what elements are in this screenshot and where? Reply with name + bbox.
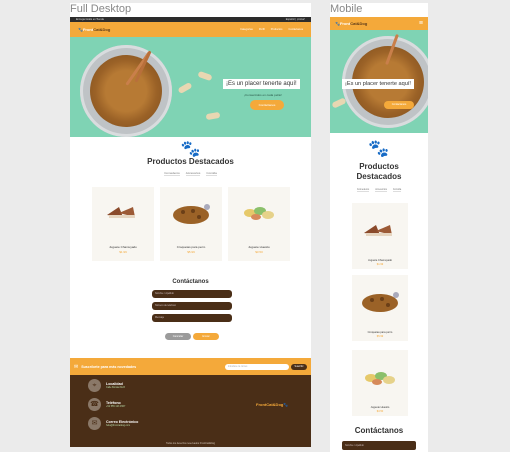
footer-email: ✉ Correo Electrónico hola@frontcatdog.com bbox=[88, 417, 138, 430]
product-price: $1.99 bbox=[376, 263, 384, 266]
nav-link-perfil[interactable]: Perfil bbox=[259, 28, 265, 31]
products-title: Productos Destacados bbox=[147, 157, 234, 166]
logo-accent: Cat&Dog bbox=[350, 21, 368, 26]
name-field[interactable]: Nombre / Apellido bbox=[152, 290, 232, 298]
bone-treat-image bbox=[177, 81, 193, 95]
mobile-hero: ¡Es un placer tenerte aquí! Contáctanos bbox=[330, 30, 428, 133]
phone-field[interactable]: Número de teléfono bbox=[152, 302, 232, 310]
logo-accent: Cat&Dog bbox=[93, 27, 111, 32]
mobile-frame: 🐾FrontCat&Dog ≡ ¡Es un placer tenerte aq… bbox=[330, 17, 428, 452]
paw-icon: 🐾 bbox=[368, 139, 390, 158]
product-price: $1.99 bbox=[119, 250, 127, 254]
product-price: $3.50 bbox=[255, 250, 263, 254]
subscribe-button[interactable]: Suscribir bbox=[291, 363, 307, 370]
logo-accent: Cat&Dog bbox=[266, 402, 284, 407]
name-field[interactable]: Nombre / Apellido bbox=[342, 441, 416, 450]
product-card[interactable]: Juguete Huesito $3.50 bbox=[352, 350, 408, 416]
bone-treat-image bbox=[331, 97, 347, 109]
footer: ⌖ Localidad Calle Bonita #123 ☎ Teléfono +… bbox=[70, 375, 311, 447]
kibble-bag-image bbox=[362, 292, 399, 312]
toy-image bbox=[107, 207, 135, 218]
hero-headline: ¡Es un placer tenerte aquí! bbox=[342, 79, 414, 89]
logo-main: Front bbox=[256, 402, 267, 407]
product-card[interactable]: Juguete Chamuyado $1.99 bbox=[92, 187, 154, 261]
products-title-line1: Productos bbox=[359, 162, 399, 171]
footer-phone: ☎ Teléfono +52 555 123 4567 bbox=[88, 398, 125, 411]
product-card[interactable]: Juguete Chamuyado $1.99 bbox=[352, 203, 408, 269]
hero-cta-button[interactable]: Contáctanos bbox=[384, 101, 414, 109]
location-pin-icon: ⌖ bbox=[88, 379, 101, 392]
tab-accesorios[interactable]: Accesorios bbox=[375, 188, 387, 192]
tab-comederos[interactable]: Comederos bbox=[164, 171, 180, 176]
contact-title: Contáctanos bbox=[354, 426, 404, 435]
product-card[interactable]: Croquetas para perro $5.99 bbox=[352, 275, 408, 341]
logo[interactable]: 🐾FrontCat&Dog bbox=[335, 21, 367, 26]
subscribe-email-input[interactable]: Introduce tu correo bbox=[225, 363, 289, 370]
hero-cta-button[interactable]: Contáctanos bbox=[250, 100, 284, 110]
products-title-line2: Destacados bbox=[356, 172, 402, 181]
mail-icon: ✉ bbox=[74, 363, 79, 370]
footer-logo[interactable]: FrontCat&Dog🐾 bbox=[256, 402, 288, 407]
tab-accesorios[interactable]: Accesorios bbox=[185, 171, 201, 176]
desktop-frame: Entrega Gratis en Tienda Español | ¡Inic… bbox=[70, 17, 311, 447]
bone-treat-image bbox=[205, 111, 221, 121]
message-field[interactable]: Mensaje bbox=[152, 314, 232, 322]
footer-item-sub: +52 555 123 4567 bbox=[106, 405, 126, 408]
send-button[interactable]: Enviar bbox=[193, 333, 219, 340]
treats-image bbox=[244, 207, 274, 220]
product-name: Croquetas para perro bbox=[367, 331, 393, 334]
top-bar-left: Entrega Gratis en Tienda bbox=[76, 18, 104, 21]
nav-link-productos[interactable]: Productos bbox=[271, 28, 283, 31]
hero-headline: ¡Es un placer tenerte aquí! bbox=[223, 79, 300, 89]
product-name: Juguete Huesito bbox=[248, 245, 270, 249]
logo-main: Front bbox=[82, 27, 94, 32]
product-price: $5.99 bbox=[376, 335, 384, 338]
product-price: $5.99 bbox=[187, 250, 195, 254]
paw-icon: 🐾 bbox=[180, 141, 201, 158]
tab-comida[interactable]: Comida bbox=[206, 171, 217, 176]
product-card[interactable]: Croquetas para perro $5.99 bbox=[160, 187, 222, 261]
toy-image bbox=[364, 225, 392, 236]
treats-image bbox=[365, 372, 395, 385]
products-title: Productos Destacados bbox=[330, 162, 428, 182]
product-name: Juguete Chamuyado bbox=[109, 245, 137, 249]
footer-item-sub: hola@frontcatdog.com bbox=[106, 424, 131, 427]
mobile-navbar: 🐾FrontCat&Dog ≡ bbox=[330, 17, 428, 30]
kibble-bag-image bbox=[173, 204, 210, 224]
product-name: Croquetas para perro bbox=[176, 245, 206, 249]
logo-main: Front bbox=[339, 21, 351, 26]
hero: ¡Es un placer tenerte aquí! ¡Consentidos… bbox=[70, 37, 311, 137]
cancel-button[interactable]: Cancelar bbox=[165, 333, 191, 340]
tab-comederos[interactable]: Comederos bbox=[356, 188, 370, 192]
contact-title: Contáctanos bbox=[172, 279, 209, 285]
envelope-icon: ✉ bbox=[88, 417, 101, 430]
navbar: 🐾FrontCat&Dog Categorías Perfil Producto… bbox=[70, 22, 311, 37]
product-price: $3.50 bbox=[376, 410, 384, 413]
subscribe-text: Suscríbete para más novedades bbox=[81, 364, 137, 369]
nav-link-categorias[interactable]: Categorías bbox=[240, 28, 253, 31]
product-name: Juguete Huesito bbox=[370, 406, 390, 409]
tab-comida[interactable]: Comida bbox=[392, 188, 402, 192]
kibble-image bbox=[90, 55, 162, 127]
product-name: Juguete Chamuyado bbox=[368, 259, 392, 262]
hamburger-menu-icon[interactable]: ≡ bbox=[419, 20, 423, 27]
nav-link-contactanos[interactable]: Contáctanos bbox=[288, 28, 303, 31]
footer-location: ⌖ Localidad Calle Bonita #123 bbox=[88, 379, 125, 392]
phone-icon: ☎ bbox=[88, 398, 101, 411]
hero-subtitle: ¡Consentidos en cada pelito! bbox=[244, 93, 283, 97]
copyright: Todos los derechos reservados FrontCat&D… bbox=[165, 442, 216, 445]
product-card[interactable]: Juguete Huesito $3.50 bbox=[228, 187, 290, 261]
subscribe-bar: ✉ Suscríbete para más novedades Introduc… bbox=[70, 358, 311, 375]
bone-treat-image bbox=[197, 70, 213, 82]
top-bar-right[interactable]: Español | ¡Iniciar! bbox=[286, 18, 305, 21]
footer-item-sub: Calle Bonita #123 bbox=[106, 386, 125, 389]
logo[interactable]: 🐾FrontCat&Dog bbox=[78, 27, 110, 32]
